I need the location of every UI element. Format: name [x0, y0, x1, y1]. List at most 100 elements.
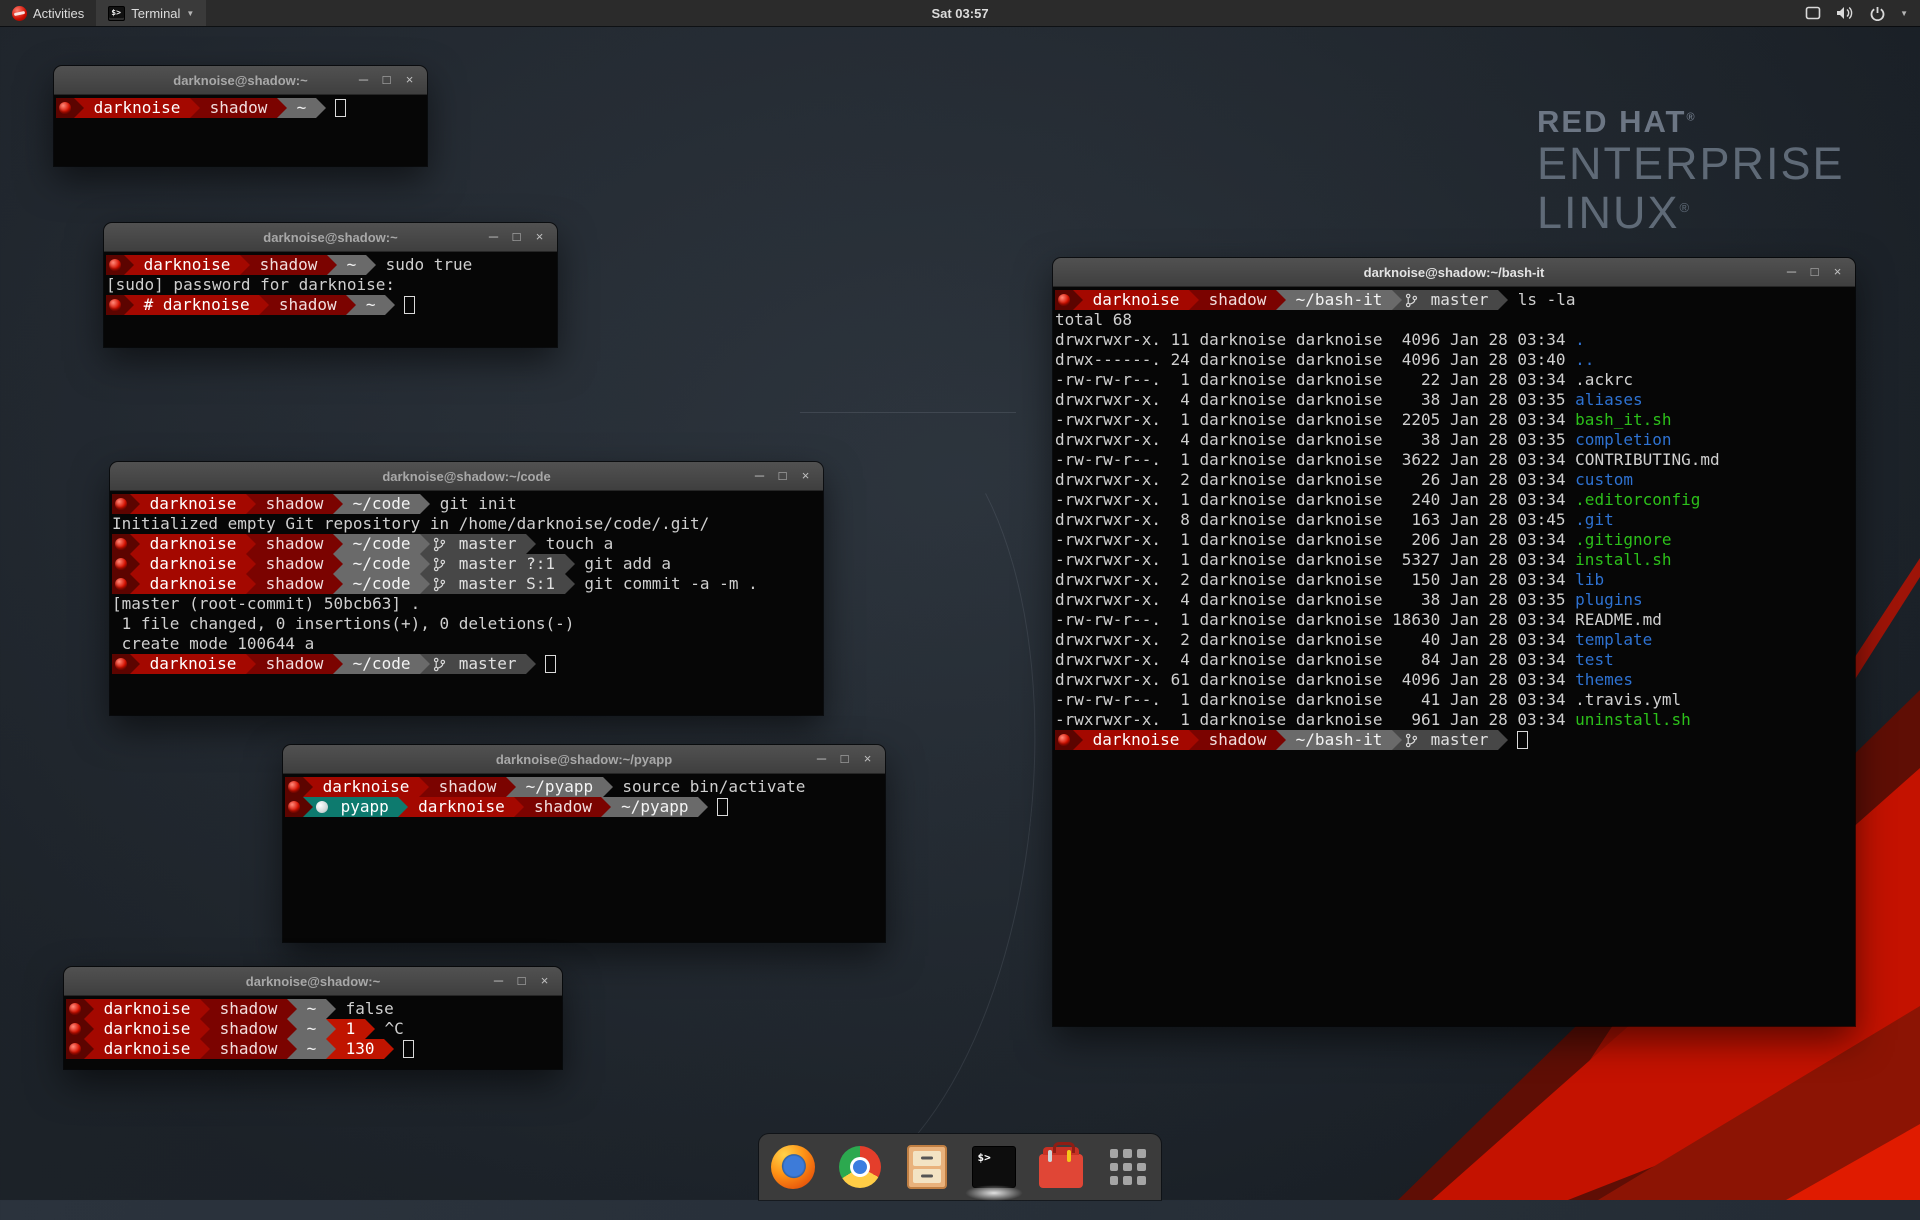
window-titlebar[interactable]: darknoise@shadow:~─□×	[104, 223, 557, 252]
terminal-text: drwxrwxr-x. 8 darknoise darknoise 163 Ja…	[1055, 510, 1575, 530]
window-titlebar[interactable]: darknoise@shadow:~/pyapp─□×	[283, 745, 885, 774]
terminal-body[interactable]: darknoise shadow ~	[54, 95, 427, 166]
prompt-segment-path: ~/code	[343, 574, 420, 594]
running-indicator	[965, 1185, 1023, 1201]
close-button[interactable]: ×	[794, 462, 817, 490]
terminal-line: darknoise shadow ~/pyapp source bin/acti…	[285, 777, 885, 797]
powerline-separator	[130, 574, 140, 594]
powerline-separator	[333, 534, 343, 554]
maximize-button[interactable]: □	[771, 462, 794, 490]
activities-button[interactable]: Activities	[0, 0, 96, 26]
close-button[interactable]: ×	[856, 745, 879, 773]
maximize-button[interactable]: □	[833, 745, 856, 773]
prompt-segment-iconbg	[1055, 290, 1073, 310]
system-status-area[interactable]: ▼	[1805, 0, 1920, 26]
minimize-button[interactable]: ─	[1780, 258, 1803, 286]
powerline-separator	[287, 1039, 297, 1059]
terminal-line: darknoise shadow ~/bash-it master ls -la	[1055, 290, 1855, 310]
window-titlebar[interactable]: darknoise@shadow:~ ─□×	[64, 967, 562, 996]
minimize-button[interactable]: ─	[748, 462, 771, 490]
powerline-separator	[1276, 290, 1286, 310]
files-icon[interactable]	[903, 1143, 951, 1191]
branch-icon	[433, 557, 446, 572]
window-titlebar[interactable]: darknoise@shadow:~/bash-it─□×	[1053, 258, 1855, 287]
terminal-text: -rw-rw-r--. 1 darknoise darknoise 41 Jan…	[1055, 690, 1575, 710]
prompt-segment-iconbg	[112, 494, 130, 514]
terminal-line: drwxrwxr-x. 2 darknoise darknoise 26 Jan…	[1055, 470, 1855, 490]
prompt-segment-host: shadow	[210, 1039, 287, 1059]
close-button[interactable]: ×	[533, 967, 556, 995]
powerline-separator	[326, 999, 336, 1019]
powerline-separator	[419, 777, 429, 797]
prompt-segment-user: darknoise	[140, 574, 246, 594]
terminal-text: .	[1575, 330, 1585, 350]
terminal-body[interactable]: darknoise shadow ~/bash-it master ls -la…	[1053, 287, 1855, 1026]
terminal-window-4: darknoise@shadow:~/pyapp─□× darknoise sh…	[283, 745, 885, 942]
prompt-segment-path: ~	[287, 98, 316, 118]
powerline-separator	[190, 98, 200, 118]
maximize-button[interactable]: □	[510, 967, 533, 995]
window-title: darknoise@shadow:~	[173, 73, 307, 88]
close-button[interactable]: ×	[1826, 258, 1849, 286]
minimize-button[interactable]: ─	[810, 745, 833, 773]
window-titlebar[interactable]: darknoise@shadow:~/code ─□×	[110, 462, 823, 491]
redhat-icon	[69, 1023, 81, 1035]
terminal-line: -rw-rw-r--. 1 darknoise darknoise 41 Jan…	[1055, 690, 1855, 710]
terminal-line: drwxrwxr-x. 4 darknoise darknoise 38 Jan…	[1055, 590, 1855, 610]
prompt-segment-host: shadow	[524, 797, 601, 817]
minimize-button[interactable]: ─	[487, 967, 510, 995]
terminal-body[interactable]: darknoise shadow ~ sudo true[sudo] passw…	[104, 252, 557, 347]
terminal-cursor	[403, 1040, 414, 1058]
prompt-segment-host: shadow	[200, 98, 277, 118]
firefox-icon[interactable]	[769, 1143, 817, 1191]
redhat-logo-icon	[12, 6, 27, 21]
terminal-body[interactable]: darknoise shadow ~/code git initInitiali…	[110, 491, 823, 715]
terminal-text: CONTRIBUTING.md	[1575, 450, 1720, 470]
minimize-button[interactable]: ─	[482, 223, 505, 251]
close-button[interactable]: ×	[398, 66, 421, 94]
window-title: darknoise@shadow:~	[246, 974, 380, 989]
powerline-separator	[601, 797, 611, 817]
powerline-separator	[1392, 730, 1402, 750]
terminal-text: aliases	[1575, 390, 1642, 410]
powerline-separator	[326, 1039, 336, 1059]
powerline-separator	[327, 255, 337, 275]
close-button[interactable]: ×	[528, 223, 551, 251]
prompt-segment-user: darknoise	[140, 654, 246, 674]
chrome-icon[interactable]	[836, 1143, 884, 1191]
maximize-button[interactable]: □	[505, 223, 528, 251]
powerline-separator	[333, 554, 343, 574]
window-buttons: ─□×	[482, 223, 551, 251]
window-titlebar[interactable]: darknoise@shadow:~ ─□×	[54, 66, 427, 95]
prompt-segment-exit: 1	[336, 1019, 365, 1039]
terminal-text: -rw-rw-r--. 1 darknoise darknoise 22 Jan…	[1055, 370, 1575, 390]
volume-icon[interactable]	[1836, 6, 1855, 20]
prompt-segment-user: darknoise	[1083, 290, 1189, 310]
terminal-icon[interactable]: $>	[970, 1143, 1018, 1191]
prompt-segment-iconbg	[66, 999, 84, 1019]
maximize-button[interactable]: □	[375, 66, 398, 94]
terminal-body[interactable]: darknoise shadow ~/pyapp source bin/acti…	[283, 774, 885, 942]
maximize-button[interactable]: □	[1803, 258, 1826, 286]
powerline-separator	[1498, 290, 1508, 310]
power-icon[interactable]	[1870, 6, 1885, 21]
powerline-separator	[420, 534, 430, 554]
chevron-down-icon[interactable]: ▼	[1900, 9, 1908, 18]
prompt-segment-user: darknoise	[84, 98, 190, 118]
terminal-body[interactable]: darknoise shadow ~ false darknoise shado…	[64, 996, 562, 1069]
terminal-line: drwxrwxr-x. 4 darknoise darknoise 38 Jan…	[1055, 390, 1855, 410]
prompt-segment-user: darknoise	[94, 1019, 200, 1039]
prompt-segment-host: shadow	[210, 1019, 287, 1039]
terminal-line: [master (root-commit) 50bcb63] .	[112, 594, 823, 614]
clock[interactable]: Sat 03:57	[931, 0, 988, 26]
window-title: darknoise@shadow:~/code	[382, 469, 550, 484]
minimize-button[interactable]: ─	[352, 66, 375, 94]
app-menu-terminal[interactable]: $> Terminal ▼	[96, 0, 206, 26]
terminal-text: 1 file changed, 0 insertions(+), 0 delet…	[112, 614, 574, 634]
app-grid-icon[interactable]	[1104, 1143, 1152, 1191]
prompt-segment-path: ~/code	[343, 494, 420, 514]
screen-icon[interactable]	[1805, 6, 1821, 20]
toolbox-icon[interactable]	[1037, 1143, 1085, 1191]
terminal-text: .ackrc	[1575, 370, 1633, 390]
prompt-segment-host: shadow	[256, 574, 333, 594]
